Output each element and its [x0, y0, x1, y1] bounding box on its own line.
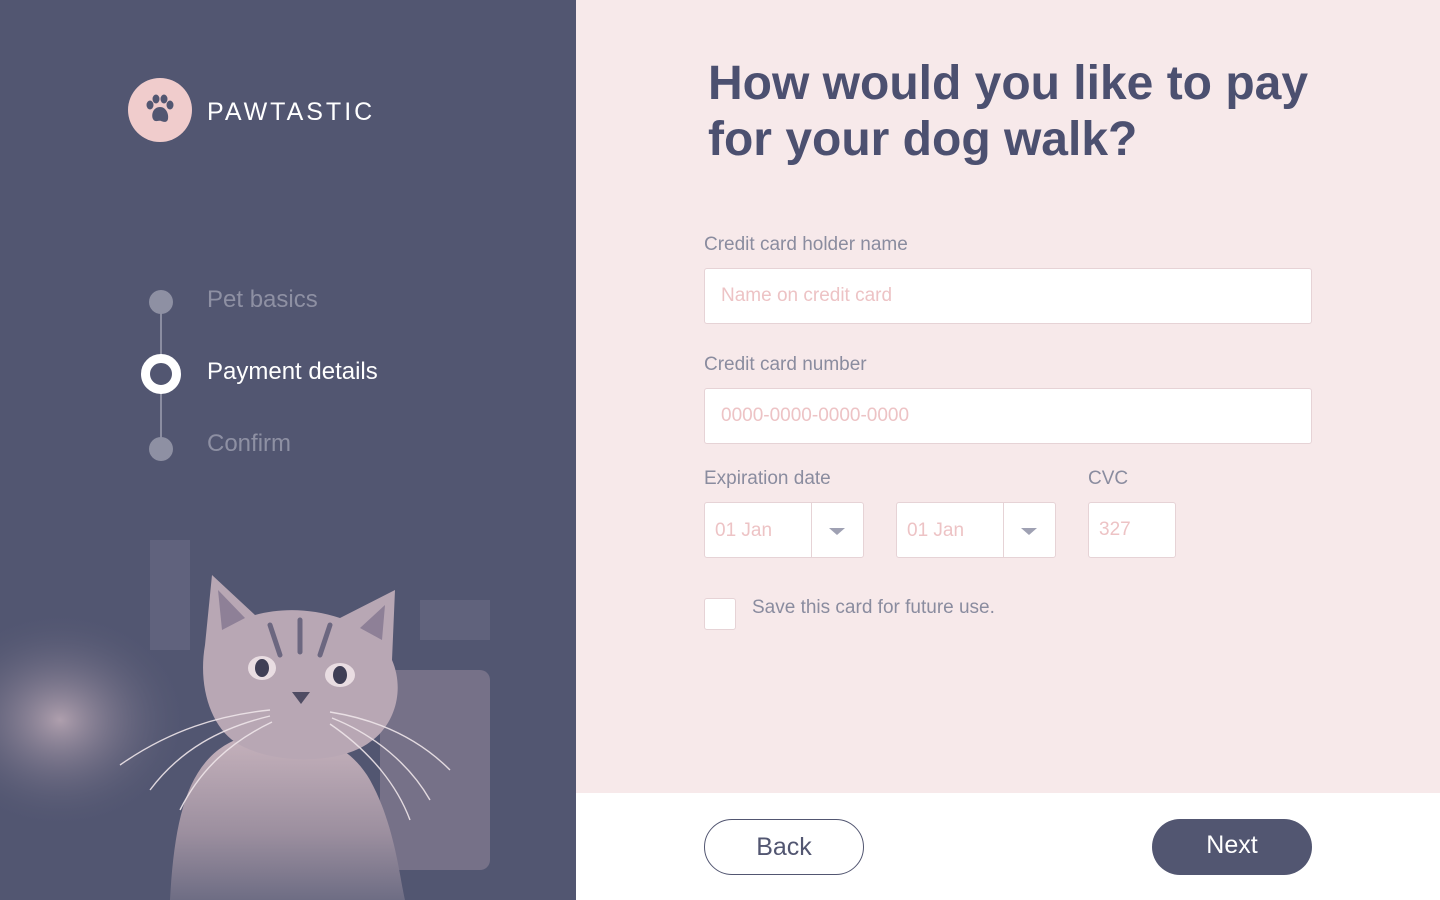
expiration-date-label: Expiration date: [704, 468, 831, 489]
step-dot-pet-basics: [149, 290, 173, 314]
holder-name-label: Credit card holder name: [704, 234, 908, 255]
logo: [128, 78, 192, 142]
expiration-month-value: 01 Jan: [715, 520, 773, 541]
step-label-confirm[interactable]: Confirm: [207, 430, 291, 458]
select-divider: [811, 503, 812, 557]
expiration-year-value: 01 Jan: [907, 520, 965, 541]
sidebar: PAWTASTIC Pet basics Payment details Con…: [0, 0, 576, 900]
cvc-label: CVC: [1088, 468, 1129, 489]
payment-form-panel: How would you like to pay for your dog w…: [576, 0, 1440, 793]
card-number-label: Credit card number: [704, 354, 867, 375]
holder-name-input[interactable]: Name on credit card: [704, 268, 1312, 324]
paw-icon: [146, 94, 174, 122]
footer-bar: Back Next: [576, 793, 1440, 900]
step-label-payment-details[interactable]: Payment details: [207, 358, 378, 386]
cvc-input[interactable]: 327: [1088, 502, 1176, 558]
step-dot-payment-details: [141, 354, 181, 394]
chevron-down-icon[interactable]: [1021, 528, 1037, 535]
step-label-pet-basics[interactable]: Pet basics: [207, 286, 318, 314]
next-button[interactable]: Next: [1152, 819, 1312, 875]
chevron-down-icon[interactable]: [829, 528, 845, 535]
cat-photo: [0, 540, 490, 900]
save-card-checkbox[interactable]: [704, 598, 736, 630]
brand-name: PAWTASTIC: [207, 98, 376, 126]
expiration-year-select[interactable]: 01 Jan: [896, 502, 1056, 558]
expiration-month-select[interactable]: 01 Jan: [704, 502, 864, 558]
step-dot-confirm: [149, 437, 173, 461]
card-number-input[interactable]: 0000-0000-0000-0000: [704, 388, 1312, 444]
save-card-label: Save this card for future use.: [752, 597, 995, 618]
back-button[interactable]: Back: [704, 819, 864, 875]
select-divider: [1003, 503, 1004, 557]
page-title: How would you like to pay for your dog w…: [708, 57, 1309, 166]
